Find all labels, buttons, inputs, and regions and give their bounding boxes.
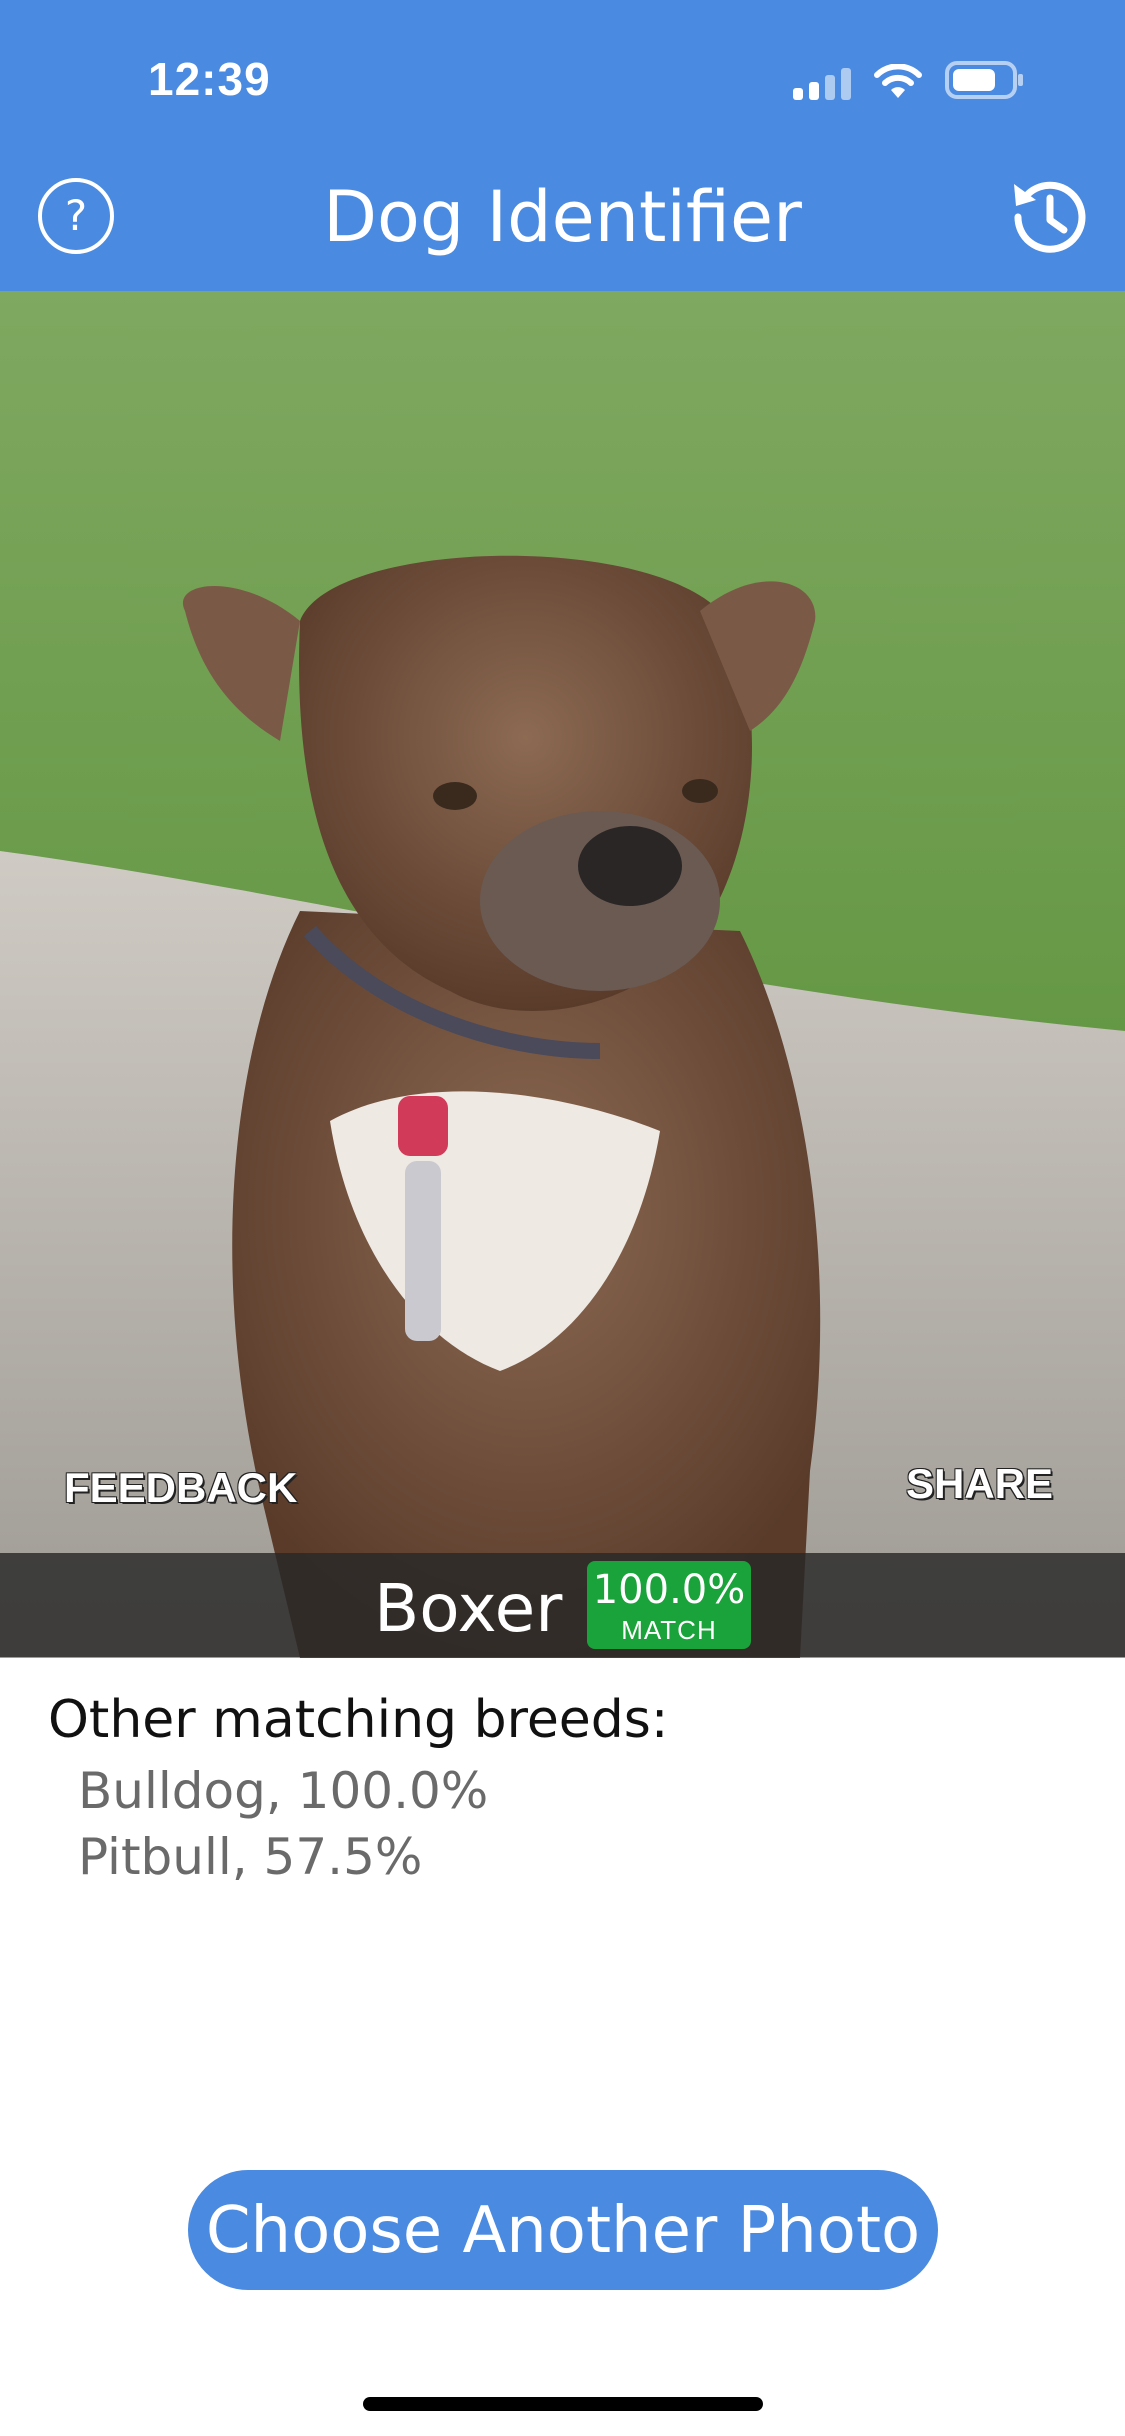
list-item: Pitbull, 57.5% bbox=[78, 1828, 423, 1886]
cellular-signal-icon bbox=[793, 68, 851, 100]
share-link[interactable]: SHARE bbox=[906, 1460, 1053, 1508]
match-badge: 100.0% MATCH bbox=[587, 1561, 751, 1649]
match-percent: 100.0% bbox=[592, 1567, 746, 1613]
breed-name: Boxer bbox=[374, 1570, 563, 1647]
status-time: 12:39 bbox=[148, 53, 271, 105]
app-header: 12:39 ? Dog Identifier bbox=[0, 0, 1125, 291]
other-breeds-title: Other matching breeds: bbox=[48, 1690, 669, 1750]
home-indicator bbox=[363, 2397, 763, 2411]
list-item: Bulldog, 100.0% bbox=[78, 1762, 489, 1820]
status-icons bbox=[793, 60, 1025, 100]
history-button[interactable] bbox=[1004, 174, 1090, 260]
dog-photo bbox=[0, 291, 1125, 1658]
match-label: MATCH bbox=[621, 1615, 717, 1645]
feedback-link[interactable]: FEEDBACK bbox=[64, 1464, 297, 1512]
other-breeds-list: Bulldog, 100.0% Pitbull, 57.5% bbox=[78, 1758, 488, 1890]
page-title: Dog Identifier bbox=[323, 176, 802, 258]
battery-icon bbox=[945, 60, 1025, 100]
choose-another-photo-button[interactable]: Choose Another Photo bbox=[188, 2170, 938, 2290]
result-bar bbox=[0, 1553, 1125, 1657]
wifi-icon bbox=[873, 64, 923, 100]
history-clock-icon bbox=[1014, 181, 1086, 253]
